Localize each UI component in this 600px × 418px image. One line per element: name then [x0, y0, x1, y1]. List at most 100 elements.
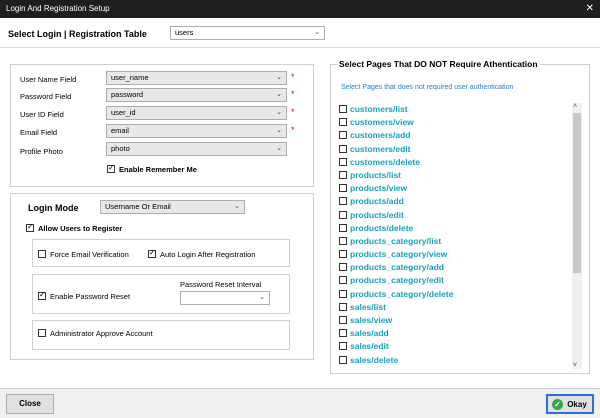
close-icon[interactable]: ✕ — [586, 0, 594, 18]
user-id-field-value: user_id — [111, 108, 136, 117]
page-label: products/list — [350, 169, 402, 180]
chevron-down-icon: ⌄ — [276, 91, 282, 98]
pages-scrollbar[interactable]: ˄ ˅ — [572, 103, 582, 369]
page-list-item[interactable]: products/view — [339, 182, 569, 195]
window-title: Login And Registration Setup — [6, 4, 110, 13]
page-checkbox[interactable] — [339, 118, 347, 127]
page-label: products_category/delete — [350, 288, 454, 299]
chevron-down-icon: ⌄ — [314, 29, 320, 36]
page-checkbox[interactable] — [339, 236, 347, 245]
page-checkbox[interactable] — [339, 184, 347, 193]
page-checkbox[interactable] — [339, 276, 347, 285]
table-select-value: users — [175, 28, 194, 37]
force-email-checkbox[interactable] — [38, 250, 46, 258]
user-name-field-value: user_name — [111, 73, 149, 82]
page-list-item[interactable]: products/list — [339, 169, 569, 182]
page-checkbox[interactable] — [339, 197, 347, 206]
password-field-select[interactable]: password ⌄ — [106, 88, 287, 102]
profile-photo-field-value: photo — [111, 144, 130, 153]
page-checkbox[interactable] — [339, 342, 347, 351]
okay-button[interactable]: ✓ Okay — [546, 394, 594, 414]
remember-me-checkbox[interactable] — [107, 163, 115, 173]
page-list-item[interactable]: products_category/view — [339, 248, 569, 261]
page-list-item[interactable]: sales/add — [339, 327, 569, 340]
page-label: products/add — [350, 196, 404, 207]
email-field-select[interactable]: email ⌄ — [106, 124, 287, 138]
page-list-item[interactable]: customers/delete — [339, 156, 569, 169]
auto-login-checkbox[interactable] — [148, 248, 156, 258]
page-list-item[interactable]: sales/edit — [339, 340, 569, 353]
page-checkbox[interactable] — [339, 144, 347, 153]
page-label: customers/list — [350, 104, 408, 114]
scroll-down-icon[interactable]: ˅ — [573, 362, 577, 369]
admin-approve-checkbox[interactable] — [38, 329, 46, 337]
page-checkbox[interactable] — [339, 131, 347, 140]
login-mode-value: Username Or Email — [105, 202, 171, 211]
required-mark: * — [291, 72, 295, 82]
page-list-item[interactable]: sales/list — [339, 301, 569, 314]
page-list-item[interactable]: customers/edit — [339, 143, 569, 156]
window-titlebar: Login And Registration Setup ✕ — [0, 0, 600, 18]
password-reset-label: Enable Password Reset — [50, 292, 131, 301]
profile-photo-field-select[interactable]: photo ⌄ — [106, 142, 287, 156]
page-label: products_category/edit — [350, 275, 444, 286]
chevron-down-icon: ⌄ — [276, 74, 282, 81]
page-checkbox[interactable] — [339, 105, 347, 113]
page-checkbox[interactable] — [339, 329, 347, 338]
email-field-label: Email Field — [20, 128, 58, 137]
check-icon: ✓ — [552, 399, 563, 410]
page-list-item[interactable]: products/edit — [339, 209, 569, 222]
page-checkbox[interactable] — [339, 302, 347, 311]
scroll-up-icon[interactable]: ˄ — [573, 103, 577, 110]
page-label: sales/edit — [350, 341, 389, 352]
page-checkbox[interactable] — [339, 210, 347, 219]
page-checkbox[interactable] — [339, 223, 347, 232]
page-checkbox[interactable] — [339, 316, 347, 324]
okay-button-label: Okay — [567, 400, 587, 409]
page-label: products_category/list — [350, 235, 442, 246]
page-checkbox[interactable] — [339, 355, 347, 364]
page-list-item[interactable]: products/add — [339, 195, 569, 208]
page-list-item[interactable]: products_category/add — [339, 261, 569, 274]
login-mode-select[interactable]: Username Or Email ⌄ — [100, 200, 245, 214]
required-mark: * — [291, 89, 295, 99]
table-select-label: Select Login | Registration Table — [8, 29, 147, 39]
page-checkbox[interactable] — [339, 289, 347, 298]
admin-approve-label: Administrator Approve Account — [50, 329, 153, 338]
auto-login-label: Auto Login After Registration — [160, 250, 256, 259]
user-id-field-select[interactable]: user_id ⌄ — [106, 106, 287, 120]
table-select-dropdown[interactable]: users ⌄ — [170, 26, 325, 40]
chevron-down-icon: ⌄ — [259, 294, 265, 301]
page-checkbox[interactable] — [339, 170, 347, 179]
pages-panel-subtitle: Select Pages that does not required user… — [341, 84, 514, 91]
page-checkbox[interactable] — [339, 250, 347, 259]
force-email-label: Force Email Verification — [50, 250, 129, 259]
reset-interval-label: Password Reset Interval — [180, 280, 262, 289]
password-reset-checkbox[interactable] — [38, 290, 46, 300]
page-list-item[interactable]: products_category/delete — [339, 288, 569, 301]
user-name-field-label: User Name Field — [20, 75, 77, 84]
pages-list: customers/list customers/view customers/ad… — [339, 103, 569, 366]
page-checkbox[interactable] — [339, 157, 347, 166]
page-label: customers/view — [350, 117, 414, 128]
password-field-label: Password Field — [20, 92, 72, 101]
page-label: sales/view — [350, 315, 393, 325]
reset-interval-select[interactable]: ⌄ — [180, 291, 270, 305]
page-label: sales/add — [350, 328, 389, 339]
page-checkbox[interactable] — [339, 263, 347, 272]
page-list-item[interactable]: sales/view — [339, 314, 569, 327]
page-list-item[interactable]: products/delete — [339, 222, 569, 235]
scroll-thumb[interactable] — [573, 113, 581, 273]
page-list-item[interactable]: products_category/edit — [339, 274, 569, 287]
unauthenticated-pages-panel: Select Pages That DO NOT Require Athenti… — [330, 59, 590, 374]
page-list-item[interactable]: customers/add — [339, 129, 569, 142]
page-list-item[interactable]: customers/view — [339, 116, 569, 129]
page-label: customers/add — [350, 130, 411, 141]
allow-register-checkbox[interactable] — [26, 222, 34, 232]
page-list-item[interactable]: products_category/list — [339, 235, 569, 248]
close-button[interactable]: Close — [6, 394, 54, 414]
login-mode-label: Login Mode — [28, 203, 79, 213]
page-list-item[interactable]: sales/delete — [339, 354, 569, 366]
page-list-item[interactable]: customers/list — [339, 103, 569, 116]
user-name-field-select[interactable]: user_name ⌄ — [106, 71, 287, 85]
